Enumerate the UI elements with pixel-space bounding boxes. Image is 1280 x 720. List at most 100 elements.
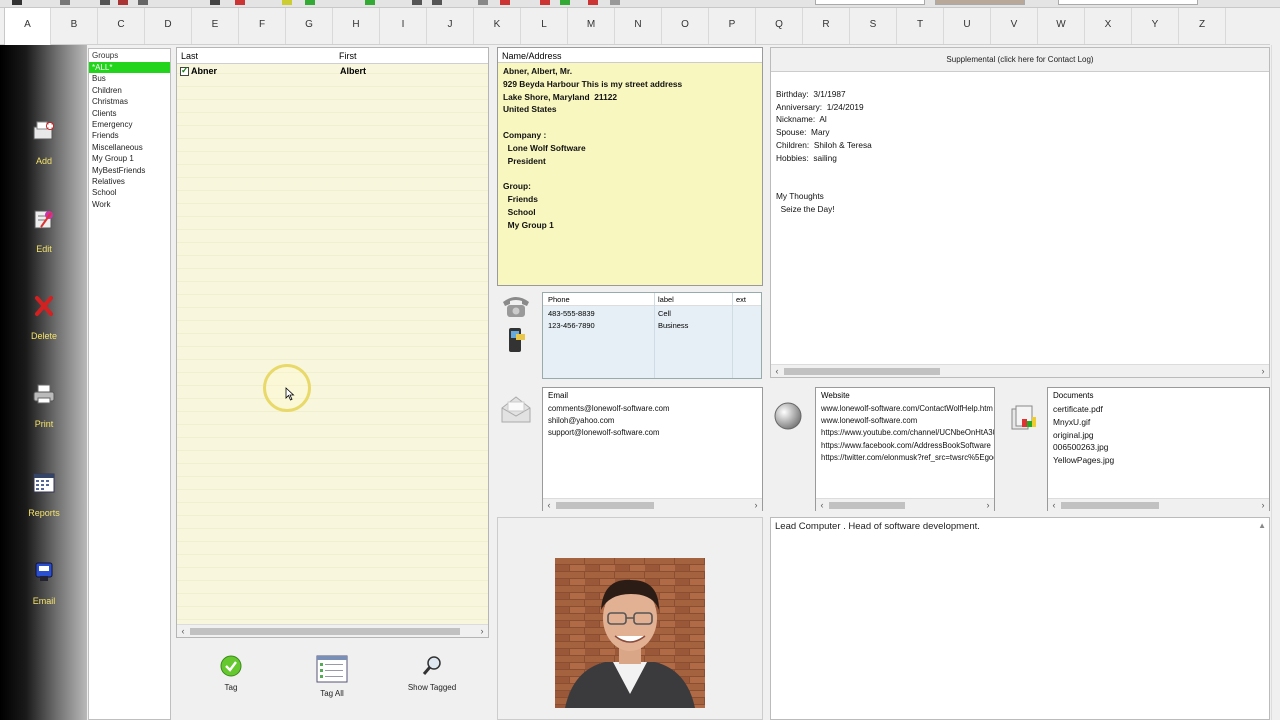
alphabet-tab-g[interactable]: G: [286, 8, 333, 44]
contact-photo[interactable]: [555, 558, 705, 708]
toolbar-icon[interactable]: [235, 0, 245, 5]
scroll-thumb[interactable]: [190, 628, 460, 635]
reports-button[interactable]: Reports: [22, 471, 66, 518]
scroll-right-arrow[interactable]: ›: [750, 499, 762, 511]
toolbar-icon[interactable]: [478, 0, 488, 5]
email-item[interactable]: comments@lonewolf-software.com: [543, 403, 762, 415]
toolbar-icon[interactable]: [540, 0, 550, 5]
group-item[interactable]: Relatives: [89, 176, 170, 187]
scroll-right-arrow[interactable]: ›: [982, 499, 994, 511]
scroll-left-arrow[interactable]: ‹: [816, 499, 828, 511]
website-horizontal-scrollbar[interactable]: ‹ ›: [816, 498, 994, 511]
delete-button[interactable]: Delete: [22, 294, 66, 341]
email-item[interactable]: shiloh@yahoo.com: [543, 415, 762, 427]
alphabet-tab-x[interactable]: X: [1085, 8, 1132, 44]
phone-row[interactable]: 483-555-8839 Cell: [543, 309, 761, 321]
toolbar-dropdown[interactable]: [815, 0, 925, 5]
contact-row[interactable]: Abner Albert: [177, 65, 488, 78]
toolbar-icon[interactable]: [432, 0, 442, 5]
alphabet-tab-a[interactable]: A: [4, 8, 51, 45]
toolbar-icon[interactable]: [610, 0, 620, 5]
column-header-first[interactable]: First: [339, 51, 357, 61]
group-item[interactable]: *ALL*: [89, 62, 170, 74]
email-horizontal-scrollbar[interactable]: ‹ ›: [543, 498, 762, 511]
documents-horizontal-scrollbar[interactable]: ‹ ›: [1048, 498, 1269, 511]
name-address-panel[interactable]: Name/Address Abner, Albert, Mr. 929 Beyda…: [497, 47, 763, 286]
document-item[interactable]: MnyxU.gif: [1048, 416, 1269, 429]
alphabet-tab-k[interactable]: K: [474, 8, 521, 44]
edit-button[interactable]: Edit: [22, 207, 66, 254]
alphabet-tab-z[interactable]: Z: [1179, 8, 1226, 44]
alphabet-tab-n[interactable]: N: [615, 8, 662, 44]
scroll-right-arrow[interactable]: ›: [1257, 499, 1269, 511]
alphabet-tab-t[interactable]: T: [897, 8, 944, 44]
scroll-left-arrow[interactable]: ‹: [177, 625, 189, 637]
scroll-right-arrow[interactable]: ›: [1257, 365, 1269, 377]
group-item[interactable]: MyBestFriends: [89, 165, 170, 176]
website-link[interactable]: www.lonewolf-software.com: [816, 415, 994, 427]
alphabet-tab-y[interactable]: Y: [1132, 8, 1179, 44]
toolbar-icon[interactable]: [412, 0, 422, 5]
document-item[interactable]: 006500263.jpg: [1048, 441, 1269, 454]
alphabet-tab-e[interactable]: E: [192, 8, 239, 44]
phone-row[interactable]: 123-456-7890 Business: [543, 321, 761, 333]
alphabet-tab-s[interactable]: S: [850, 8, 897, 44]
group-item[interactable]: Work: [89, 199, 170, 210]
alphabet-tab-h[interactable]: H: [333, 8, 380, 44]
scroll-up-arrow[interactable]: ▲: [1258, 521, 1266, 530]
tag-button[interactable]: Tag: [196, 655, 266, 692]
envelope-icon[interactable]: [500, 394, 532, 427]
notes-panel[interactable]: Lead Computer . Head of software develop…: [770, 517, 1270, 720]
toolbar-icon[interactable]: [100, 0, 110, 5]
alphabet-tab-d[interactable]: D: [145, 8, 192, 44]
website-link[interactable]: https://www.youtube.com/channel/UCNbeOnH…: [816, 427, 994, 439]
group-item[interactable]: Miscellaneous: [89, 142, 170, 153]
toolbar-icon[interactable]: [560, 0, 570, 5]
document-item[interactable]: YellowPages.jpg: [1048, 454, 1269, 467]
toolbar-icon[interactable]: [138, 0, 148, 5]
email-item[interactable]: support@lonewolf-software.com: [543, 427, 762, 439]
website-link[interactable]: https://twitter.com/elonmusk?ref_src=tws…: [816, 452, 994, 464]
email-button[interactable]: Email: [22, 559, 66, 606]
alphabet-tab-j[interactable]: J: [427, 8, 474, 44]
contacts-horizontal-scrollbar[interactable]: ‹ ›: [177, 624, 488, 637]
scroll-thumb[interactable]: [784, 368, 940, 375]
telephone-icon[interactable]: [500, 293, 532, 322]
scroll-left-arrow[interactable]: ‹: [1048, 499, 1060, 511]
scroll-thumb[interactable]: [556, 502, 654, 509]
website-link[interactable]: www.lonewolf-software.com/ContactWolfHel…: [816, 403, 994, 415]
scroll-left-arrow[interactable]: ‹: [771, 365, 783, 377]
alphabet-tab-m[interactable]: M: [568, 8, 615, 44]
alphabet-tab-r[interactable]: R: [803, 8, 850, 44]
toolbar-search-box[interactable]: [1058, 0, 1198, 5]
mobile-phone-icon[interactable]: [506, 327, 526, 356]
toolbar-icon[interactable]: [60, 0, 70, 5]
alphabet-tab-o[interactable]: O: [662, 8, 709, 44]
alphabet-tab-i[interactable]: I: [380, 8, 427, 44]
alphabet-tab-l[interactable]: L: [521, 8, 568, 44]
toolbar-icon[interactable]: [282, 0, 292, 5]
group-item[interactable]: Children: [89, 85, 170, 96]
alphabet-tab-p[interactable]: P: [709, 8, 756, 44]
group-item[interactable]: Friends: [89, 130, 170, 141]
document-item[interactable]: original.jpg: [1048, 429, 1269, 442]
toolbar-icon[interactable]: [210, 0, 220, 5]
group-item[interactable]: School: [89, 187, 170, 198]
scroll-thumb[interactable]: [1061, 502, 1159, 509]
supplemental-horizontal-scrollbar[interactable]: ‹ ›: [771, 364, 1269, 377]
show-tagged-button[interactable]: Show Tagged: [397, 655, 467, 692]
tag-checkbox[interactable]: [180, 65, 189, 76]
print-button[interactable]: Print: [22, 382, 66, 429]
group-item[interactable]: Emergency: [89, 119, 170, 130]
supplemental-header-button[interactable]: Supplemental (click here for Contact Log…: [771, 48, 1269, 72]
website-link[interactable]: https://www.facebook.com/AddressBookSoft…: [816, 440, 994, 452]
document-item[interactable]: certificate.pdf: [1048, 403, 1269, 416]
scroll-thumb[interactable]: [829, 502, 905, 509]
alphabet-tab-v[interactable]: V: [991, 8, 1038, 44]
scroll-left-arrow[interactable]: ‹: [543, 499, 555, 511]
toolbar-icon[interactable]: [500, 0, 510, 5]
column-header-last[interactable]: Last: [181, 51, 198, 61]
alphabet-tab-q[interactable]: Q: [756, 8, 803, 44]
add-button[interactable]: Add: [22, 119, 66, 166]
group-item[interactable]: My Group 1: [89, 153, 170, 164]
